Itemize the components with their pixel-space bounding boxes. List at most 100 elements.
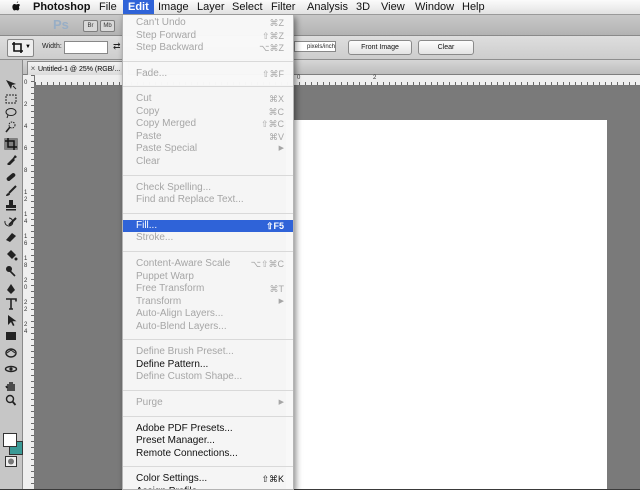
menu-item-cut[interactable]: Cut ⌘X <box>123 93 293 106</box>
3d-orbit-tool-icon[interactable] <box>4 363 18 375</box>
brush-tool-icon[interactable] <box>4 185 18 197</box>
menu-select[interactable]: Select <box>232 0 263 14</box>
menu-item-shortcut: ⇧⌘Z <box>261 30 284 41</box>
menu-item-check-spelling[interactable]: Check Spelling... <box>123 182 293 195</box>
menu-item-step-forward[interactable]: Step Forward ⇧⌘Z <box>123 30 293 43</box>
foreground-color-swatch[interactable] <box>3 433 17 447</box>
quick-mask-icon[interactable] <box>5 456 17 467</box>
apple-icon[interactable] <box>12 1 21 12</box>
menu-item-define-pattern[interactable]: Define Pattern... <box>123 359 293 372</box>
menu-item-step-backward[interactable]: Step Backward ⌥⌘Z <box>123 42 293 55</box>
3d-rotate-tool-icon[interactable] <box>4 347 18 359</box>
menu-item-assign-profile[interactable]: Assign Profile... <box>123 486 293 489</box>
ruler-label: 1 <box>24 212 28 218</box>
menu-item-auto-blend-layers[interactable]: Auto-Blend Layers... <box>123 321 293 334</box>
menu-app-photoshop[interactable]: Photoshop <box>33 0 90 14</box>
document-canvas[interactable] <box>286 120 607 489</box>
menu-item-shortcut: ⇧F5 <box>265 220 284 231</box>
hand-tool-icon[interactable] <box>4 380 18 392</box>
clone-stamp-tool-icon[interactable] <box>4 199 18 211</box>
menu-item-transform[interactable]: Transform ▶ <box>123 296 293 309</box>
menu-separator <box>123 415 293 417</box>
menu-3d[interactable]: 3D <box>356 0 370 14</box>
menu-item-auto-align-layers[interactable]: Auto-Align Layers... <box>123 308 293 321</box>
menu-layer[interactable]: Layer <box>197 0 225 14</box>
menu-item-label: Define Custom Shape... <box>136 371 243 383</box>
path-selection-tool-icon[interactable] <box>4 314 18 326</box>
menu-item-shortcut: ⌥⇧⌘C <box>250 259 284 269</box>
menu-item-label: Find and Replace Text... <box>136 194 244 206</box>
menu-item-label: Remote Connections... <box>136 447 238 459</box>
menu-separator <box>123 212 293 214</box>
menu-item-define-custom-shape[interactable]: Define Custom Shape... <box>123 371 293 384</box>
close-icon[interactable]: × <box>28 62 38 75</box>
tool-preset-picker[interactable]: ▼ <box>7 39 34 57</box>
menu-item-label: Fade... <box>136 67 168 79</box>
bridge-button[interactable]: Br <box>83 20 98 32</box>
menu-item-shortcut: ⌘V <box>268 131 284 142</box>
menu-item-find-and-replace-text[interactable]: Find and Replace Text... <box>123 194 293 207</box>
eyedropper-tool-icon[interactable] <box>4 153 18 165</box>
menu-help[interactable]: Help <box>462 0 485 14</box>
spot-healing-brush-icon[interactable] <box>4 171 18 183</box>
ruler-label: 2 <box>373 75 377 81</box>
move-tool-icon[interactable] <box>4 79 18 91</box>
menu-item-puppet-warp[interactable]: Puppet Warp <box>123 271 293 284</box>
clear-button[interactable]: Clear <box>418 40 474 55</box>
zoom-tool-icon[interactable] <box>4 394 18 406</box>
menu-item-color-settings[interactable]: Color Settings... ⇧⌘K <box>123 473 293 486</box>
pen-tool-icon[interactable] <box>4 283 18 295</box>
menu-item-copy-merged[interactable]: Copy Merged ⇧⌘C <box>123 118 293 131</box>
menu-window[interactable]: Window <box>415 0 454 14</box>
document-tab[interactable]: × Untitled-1 @ 25% (RGB/... <box>27 61 129 75</box>
menu-item-label: Free Transform <box>136 283 205 294</box>
submenu-arrow-icon: ▶ <box>278 297 284 305</box>
menu-item-paste[interactable]: Paste ⌘V <box>123 131 293 144</box>
menu-separator <box>123 250 293 252</box>
dodge-tool-icon[interactable] <box>4 265 18 277</box>
ruler-label: 6 <box>24 146 28 152</box>
menu-filter[interactable]: Filter <box>271 0 295 14</box>
front-image-button[interactable]: Front Image <box>348 40 412 55</box>
ruler-label: 1 <box>24 190 28 196</box>
menu-item-label: Step Forward <box>136 29 197 41</box>
crop-tool-icon[interactable] <box>4 138 18 150</box>
menu-edit[interactable]: Edit <box>123 0 154 14</box>
menu-analysis[interactable]: Analysis <box>307 0 348 14</box>
swap-dimensions-icon[interactable]: ⇄ <box>113 41 121 52</box>
menu-item-remote-connections[interactable]: Remote Connections... <box>123 448 293 461</box>
ruler-label: 1 <box>24 256 28 262</box>
tools-panel <box>0 60 23 489</box>
quick-selection-tool-icon[interactable] <box>4 121 18 133</box>
marquee-tool-icon[interactable] <box>4 93 18 105</box>
menu-image[interactable]: Image <box>158 0 189 14</box>
menu-item-adobe-pdf-presets[interactable]: Adobe PDF Presets... <box>123 423 293 436</box>
menu-item-copy[interactable]: Copy ⌘C <box>123 106 293 119</box>
menu-item-content-aware-scale[interactable]: Content-Aware Scale ⌥⇧⌘C <box>123 258 293 271</box>
menu-item-clear[interactable]: Clear <box>123 156 293 169</box>
menu-item-fill[interactable]: Fill... ⇧F5 <box>123 219 293 233</box>
type-tool-icon[interactable] <box>4 298 18 310</box>
rectangle-tool-icon[interactable] <box>4 330 18 342</box>
history-brush-tool-icon[interactable] <box>4 217 18 229</box>
width-input[interactable] <box>64 41 108 54</box>
menu-item-stroke[interactable]: Stroke... <box>123 232 293 245</box>
menu-item-define-brush-preset[interactable]: Define Brush Preset... <box>123 346 293 359</box>
eraser-tool-icon[interactable] <box>4 231 18 243</box>
menu-item-free-transform[interactable]: Free Transform ⌘T <box>123 283 293 296</box>
menu-item-can-t-undo[interactable]: Can't Undo ⌘Z <box>123 17 293 30</box>
lasso-tool-icon[interactable] <box>4 107 18 119</box>
menu-view[interactable]: View <box>381 0 405 14</box>
paint-bucket-tool-icon[interactable] <box>4 249 18 261</box>
mini-bridge-button[interactable]: Mb <box>100 20 115 32</box>
menu-file[interactable]: File <box>99 0 117 14</box>
ruler-label: 2 <box>24 102 28 108</box>
vertical-ruler[interactable]: 0 2 4 6 8 1 2 1 4 1 6 1 8 2 0 2 2 2 4 <box>23 75 35 489</box>
menu-item-purge[interactable]: Purge ▶ <box>123 397 293 410</box>
menu-item-preset-manager[interactable]: Preset Manager... <box>123 435 293 448</box>
menu-item-paste-special[interactable]: Paste Special ▶ <box>123 143 293 156</box>
menu-item-fade[interactable]: Fade... ⇧⌘F <box>123 68 293 81</box>
document-tab-bar: × Untitled-1 @ 25% (RGB/... <box>23 60 640 75</box>
resolution-units-select[interactable]: pixels/inch <box>294 41 336 52</box>
menu-item-shortcut: ⌘X <box>268 94 284 105</box>
